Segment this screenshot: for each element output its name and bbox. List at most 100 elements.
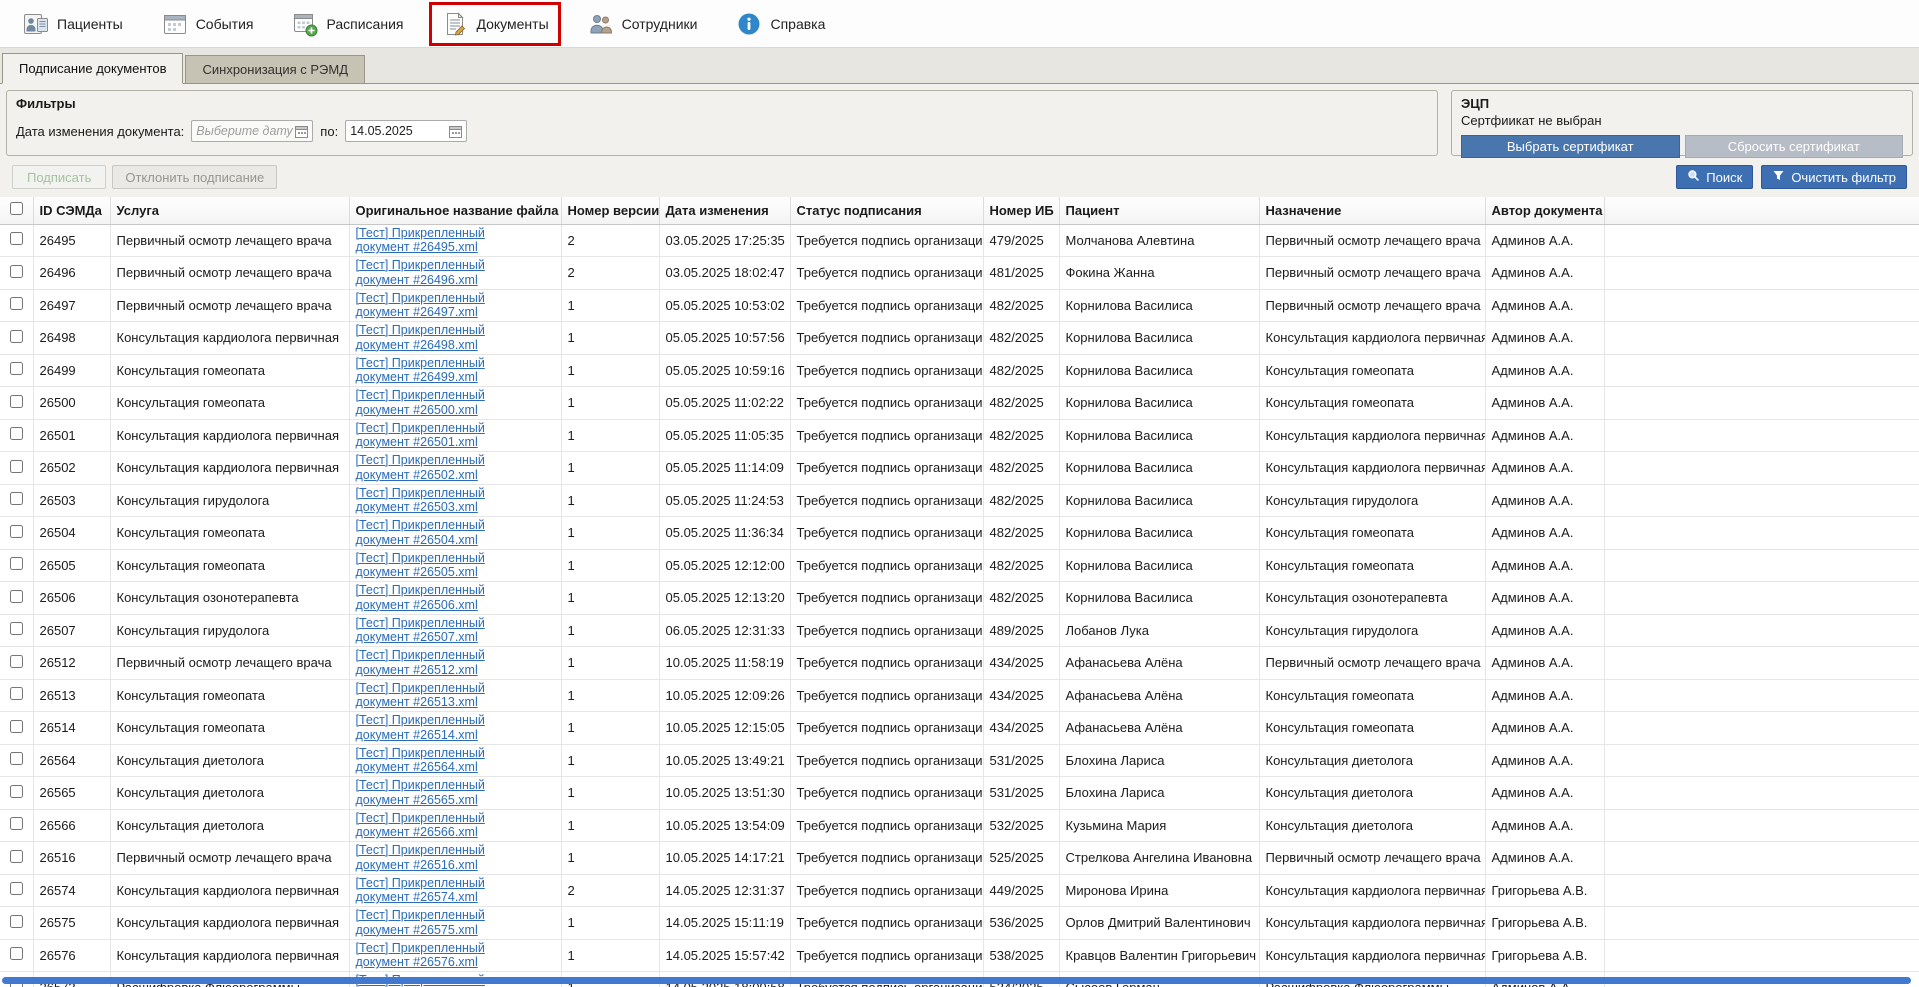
file-link[interactable]: [Тест] Прикрепленный документ #26498.xml (356, 323, 516, 353)
row-checkbox[interactable] (10, 752, 23, 765)
file-link[interactable]: [Тест] Прикрепленный документ #26514.xml (356, 713, 516, 743)
column-header[interactable]: Номер ИБ (983, 197, 1059, 224)
row-select-cell[interactable] (0, 939, 33, 972)
table-row[interactable]: 26564Консультация диетолога[Тест] Прикре… (0, 744, 1919, 777)
row-checkbox[interactable] (10, 687, 23, 700)
calendar-icon[interactable] (295, 125, 308, 138)
row-checkbox[interactable] (10, 557, 23, 570)
table-row[interactable]: 26565Консультация диетолога[Тест] Прикре… (0, 777, 1919, 810)
column-header[interactable]: Автор документа (1485, 197, 1604, 224)
row-select-cell[interactable] (0, 322, 33, 355)
file-link[interactable]: [Тест] Прикрепленный документ #26495.xml (356, 226, 516, 256)
table-row[interactable]: 26505Консультация гомеопата[Тест] Прикре… (0, 549, 1919, 582)
table-row[interactable]: 26512Первичный осмотр лечащего врача[Тес… (0, 647, 1919, 680)
table-row[interactable]: 26516Первичный осмотр лечащего врача[Тес… (0, 842, 1919, 875)
table-row[interactable]: 26504Консультация гомеопата[Тест] Прикре… (0, 517, 1919, 550)
select-all-header-cell[interactable] (0, 197, 33, 224)
date-from-input[interactable]: Выберите дату (191, 120, 313, 142)
table-row[interactable]: 26576Консультация кардиолога первичная[Т… (0, 939, 1919, 972)
row-checkbox[interactable] (10, 330, 23, 343)
row-checkbox[interactable] (10, 850, 23, 863)
table-row[interactable]: 26575Консультация кардиолога первичная[Т… (0, 907, 1919, 940)
file-link[interactable]: [Тест] Прикрепленный документ #26502.xml (356, 453, 516, 483)
file-link[interactable]: [Тест] Прикрепленный документ #26504.xml (356, 518, 516, 548)
row-select-cell[interactable] (0, 842, 33, 875)
horizontal-scrollbar[interactable] (2, 977, 1917, 985)
row-select-cell[interactable] (0, 777, 33, 810)
row-checkbox[interactable] (10, 590, 23, 603)
file-link[interactable]: [Тест] Прикрепленный документ #26574.xml (356, 876, 516, 906)
row-select-cell[interactable] (0, 224, 33, 257)
table-row[interactable]: 26566Консультация диетолога[Тест] Прикре… (0, 809, 1919, 842)
file-link[interactable]: [Тест] Прикрепленный документ #26564.xml (356, 746, 516, 776)
row-select-cell[interactable] (0, 289, 33, 322)
table-row[interactable]: 26496Первичный осмотр лечащего врача[Тес… (0, 257, 1919, 290)
file-link[interactable]: [Тест] Прикрепленный документ #26500.xml (356, 388, 516, 418)
tab-remd-sync[interactable]: Синхронизация с РЭМД (185, 55, 365, 83)
file-link[interactable]: [Тест] Прикрепленный документ #26496.xml (356, 258, 516, 288)
row-select-cell[interactable] (0, 387, 33, 420)
column-header[interactable]: Оригинальное название файла (349, 197, 561, 224)
column-header[interactable]: Дата изменения (659, 197, 790, 224)
horizontal-scrollbar-thumb[interactable] (2, 977, 1911, 984)
toolbar-button-events[interactable]: События (149, 2, 266, 46)
row-checkbox[interactable] (10, 232, 23, 245)
table-row[interactable]: 26495Первичный осмотр лечащего врача[Тес… (0, 224, 1919, 257)
table-row[interactable]: 26499Консультация гомеопата[Тест] Прикре… (0, 354, 1919, 387)
column-header[interactable]: Номер версии (561, 197, 659, 224)
file-link[interactable]: [Тест] Прикрепленный документ #26507.xml (356, 616, 516, 646)
file-link[interactable]: [Тест] Прикрепленный документ #26566.xml (356, 811, 516, 841)
decline-signing-button[interactable]: Отклонить подписание (112, 165, 277, 189)
toolbar-button-help[interactable]: Справка (723, 2, 837, 46)
toolbar-button-schedules[interactable]: Расписания (279, 2, 415, 46)
row-select-cell[interactable] (0, 517, 33, 550)
table-row[interactable]: 26507Консультация гирудолога[Тест] Прикр… (0, 614, 1919, 647)
table-row[interactable]: 26506Консультация озонотерапевта[Тест] П… (0, 582, 1919, 615)
table-row[interactable]: 26502Консультация кардиолога первичная[Т… (0, 452, 1919, 485)
column-header[interactable]: Статус подписания (790, 197, 983, 224)
row-select-cell[interactable] (0, 257, 33, 290)
calendar-icon[interactable] (449, 125, 462, 138)
column-header[interactable]: Назначение (1259, 197, 1485, 224)
row-checkbox[interactable] (10, 655, 23, 668)
row-select-cell[interactable] (0, 354, 33, 387)
row-select-cell[interactable] (0, 874, 33, 907)
row-checkbox[interactable] (10, 947, 23, 960)
row-select-cell[interactable] (0, 614, 33, 647)
row-checkbox[interactable] (10, 817, 23, 830)
row-checkbox[interactable] (10, 492, 23, 505)
row-checkbox[interactable] (10, 882, 23, 895)
table-row[interactable]: 26498Консультация кардиолога первичная[Т… (0, 322, 1919, 355)
clear-filter-button[interactable]: Очистить фильтр (1761, 165, 1907, 189)
table-row[interactable]: 26514Консультация гомеопата[Тест] Прикре… (0, 712, 1919, 745)
file-link[interactable]: [Тест] Прикрепленный документ #26516.xml (356, 843, 516, 873)
row-select-cell[interactable] (0, 582, 33, 615)
row-select-cell[interactable] (0, 809, 33, 842)
row-checkbox[interactable] (10, 622, 23, 635)
row-checkbox[interactable] (10, 395, 23, 408)
file-link[interactable]: [Тест] Прикрепленный документ #26513.xml (356, 681, 516, 711)
row-select-cell[interactable] (0, 712, 33, 745)
search-button[interactable]: Поиск (1676, 165, 1753, 189)
table-row[interactable]: 26497Первичный осмотр лечащего врача[Тес… (0, 289, 1919, 322)
toolbar-button-employees[interactable]: Сотрудники (575, 2, 710, 46)
table-row[interactable]: 26503Консультация гирудолога[Тест] Прикр… (0, 484, 1919, 517)
table-row[interactable]: 26513Консультация гомеопата[Тест] Прикре… (0, 679, 1919, 712)
row-checkbox[interactable] (10, 785, 23, 798)
row-select-cell[interactable] (0, 679, 33, 712)
file-link[interactable]: [Тест] Прикрепленный документ #26501.xml (356, 421, 516, 451)
file-link[interactable]: [Тест] Прикрепленный документ #26505.xml (356, 551, 516, 581)
select-certificate-button[interactable]: Выбрать сертификат (1461, 135, 1680, 158)
row-checkbox[interactable] (10, 297, 23, 310)
row-select-cell[interactable] (0, 452, 33, 485)
column-header[interactable]: Пациент (1059, 197, 1259, 224)
select-all-checkbox[interactable] (10, 202, 23, 215)
file-link[interactable]: [Тест] Прикрепленный документ #26506.xml (356, 583, 516, 613)
row-checkbox[interactable] (10, 265, 23, 278)
file-link[interactable]: [Тест] Прикрепленный документ #26512.xml (356, 648, 516, 678)
file-link[interactable]: [Тест] Прикрепленный документ #26499.xml (356, 356, 516, 386)
toolbar-button-patients[interactable]: Пациенты (10, 2, 135, 46)
row-select-cell[interactable] (0, 484, 33, 517)
row-checkbox[interactable] (10, 427, 23, 440)
table-row[interactable]: 26574Консультация кардиолога первичная[Т… (0, 874, 1919, 907)
